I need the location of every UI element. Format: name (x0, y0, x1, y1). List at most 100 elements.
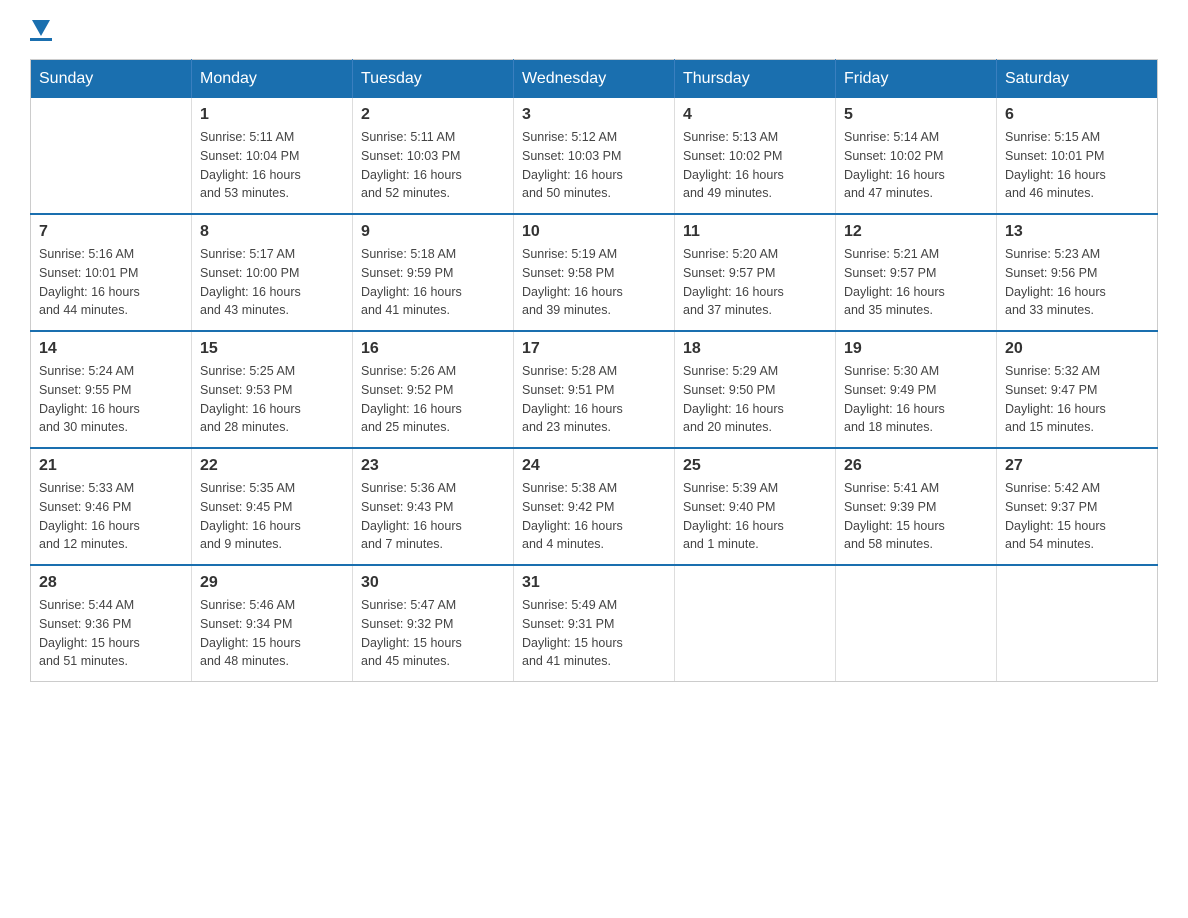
day-number: 7 (39, 223, 183, 241)
calendar-cell: 16 Sunrise: 5:26 AM Sunset: 9:52 PM Dayli… (353, 331, 514, 448)
day-number: 6 (1005, 106, 1149, 124)
day-number: 17 (522, 340, 666, 358)
day-number: 24 (522, 457, 666, 475)
day-info: Sunrise: 5:49 AM Sunset: 9:31 PM Dayligh… (522, 596, 666, 671)
day-info: Sunrise: 5:47 AM Sunset: 9:32 PM Dayligh… (361, 596, 505, 671)
calendar-week-row: 7 Sunrise: 5:16 AM Sunset: 10:01 PM Dayli… (31, 214, 1158, 331)
calendar-cell: 17 Sunrise: 5:28 AM Sunset: 9:51 PM Dayli… (514, 331, 675, 448)
day-info: Sunrise: 5:23 AM Sunset: 9:56 PM Dayligh… (1005, 245, 1149, 320)
day-number: 3 (522, 106, 666, 124)
day-info: Sunrise: 5:16 AM Sunset: 10:01 PM Daylig… (39, 245, 183, 320)
day-info: Sunrise: 5:18 AM Sunset: 9:59 PM Dayligh… (361, 245, 505, 320)
calendar-cell: 9Sunrise: 5:18 AM Sunset: 9:59 PM Daylig… (353, 214, 514, 331)
day-number: 28 (39, 574, 183, 592)
calendar-cell: 8 Sunrise: 5:17 AM Sunset: 10:00 PM Dayli… (192, 214, 353, 331)
calendar-cell: 21 Sunrise: 5:33 AM Sunset: 9:46 PM Dayli… (31, 448, 192, 565)
day-number: 12 (844, 223, 988, 241)
calendar-cell: 20 Sunrise: 5:32 AM Sunset: 9:47 PM Dayli… (997, 331, 1158, 448)
day-number: 23 (361, 457, 505, 475)
day-info: Sunrise: 5:13 AM Sunset: 10:02 PM Daylig… (683, 128, 827, 203)
calendar-cell: 7 Sunrise: 5:16 AM Sunset: 10:01 PM Dayli… (31, 214, 192, 331)
calendar-cell (997, 565, 1158, 682)
day-info: Sunrise: 5:11 AM Sunset: 10:04 PM Daylig… (200, 128, 344, 203)
day-number: 26 (844, 457, 988, 475)
day-number: 19 (844, 340, 988, 358)
day-number: 2 (361, 106, 505, 124)
day-number: 8 (200, 223, 344, 241)
day-info: Sunrise: 5:20 AM Sunset: 9:57 PM Dayligh… (683, 245, 827, 320)
day-number: 18 (683, 340, 827, 358)
day-info: Sunrise: 5:29 AM Sunset: 9:50 PM Dayligh… (683, 362, 827, 437)
calendar-cell: 6 Sunrise: 5:15 AM Sunset: 10:01 PM Dayli… (997, 98, 1158, 214)
calendar-header-wednesday: Wednesday (514, 60, 675, 99)
day-info: Sunrise: 5:25 AM Sunset: 9:53 PM Dayligh… (200, 362, 344, 437)
day-number: 20 (1005, 340, 1149, 358)
calendar-cell: 5 Sunrise: 5:14 AM Sunset: 10:02 PM Dayli… (836, 98, 997, 214)
day-info: Sunrise: 5:21 AM Sunset: 9:57 PM Dayligh… (844, 245, 988, 320)
calendar-cell: 22 Sunrise: 5:35 AM Sunset: 9:45 PM Dayli… (192, 448, 353, 565)
day-info: Sunrise: 5:30 AM Sunset: 9:49 PM Dayligh… (844, 362, 988, 437)
calendar-cell: 18 Sunrise: 5:29 AM Sunset: 9:50 PM Dayli… (675, 331, 836, 448)
calendar-cell: 26Sunrise: 5:41 AM Sunset: 9:39 PM Dayli… (836, 448, 997, 565)
page-header (30, 20, 1158, 41)
day-info: Sunrise: 5:28 AM Sunset: 9:51 PM Dayligh… (522, 362, 666, 437)
day-info: Sunrise: 5:19 AM Sunset: 9:58 PM Dayligh… (522, 245, 666, 320)
day-info: Sunrise: 5:15 AM Sunset: 10:01 PM Daylig… (1005, 128, 1149, 203)
day-number: 13 (1005, 223, 1149, 241)
calendar-header-sunday: Sunday (31, 60, 192, 99)
day-number: 11 (683, 223, 827, 241)
calendar-header-tuesday: Tuesday (353, 60, 514, 99)
day-number: 16 (361, 340, 505, 358)
calendar-cell: 19 Sunrise: 5:30 AM Sunset: 9:49 PM Dayli… (836, 331, 997, 448)
calendar-header-monday: Monday (192, 60, 353, 99)
day-info: Sunrise: 5:14 AM Sunset: 10:02 PM Daylig… (844, 128, 988, 203)
day-number: 25 (683, 457, 827, 475)
calendar-cell: 10Sunrise: 5:19 AM Sunset: 9:58 PM Dayli… (514, 214, 675, 331)
logo (30, 20, 52, 41)
calendar-cell: 15 Sunrise: 5:25 AM Sunset: 9:53 PM Dayli… (192, 331, 353, 448)
calendar-cell: 4 Sunrise: 5:13 AM Sunset: 10:02 PM Dayli… (675, 98, 836, 214)
day-number: 31 (522, 574, 666, 592)
calendar-cell: 24 Sunrise: 5:38 AM Sunset: 9:42 PM Dayli… (514, 448, 675, 565)
calendar-header-row: SundayMondayTuesdayWednesdayThursdayFrid… (31, 60, 1158, 99)
day-number: 14 (39, 340, 183, 358)
day-info: Sunrise: 5:26 AM Sunset: 9:52 PM Dayligh… (361, 362, 505, 437)
calendar-cell: 28 Sunrise: 5:44 AM Sunset: 9:36 PM Dayli… (31, 565, 192, 682)
day-number: 4 (683, 106, 827, 124)
calendar-cell (675, 565, 836, 682)
day-info: Sunrise: 5:33 AM Sunset: 9:46 PM Dayligh… (39, 479, 183, 554)
calendar-week-row: 1 Sunrise: 5:11 AM Sunset: 10:04 PM Dayli… (31, 98, 1158, 214)
day-info: Sunrise: 5:44 AM Sunset: 9:36 PM Dayligh… (39, 596, 183, 671)
calendar-cell: 27 Sunrise: 5:42 AM Sunset: 9:37 PM Dayli… (997, 448, 1158, 565)
calendar-week-row: 14 Sunrise: 5:24 AM Sunset: 9:55 PM Dayli… (31, 331, 1158, 448)
day-number: 21 (39, 457, 183, 475)
day-info: Sunrise: 5:39 AM Sunset: 9:40 PM Dayligh… (683, 479, 827, 554)
calendar-cell: 3Sunrise: 5:12 AM Sunset: 10:03 PM Dayli… (514, 98, 675, 214)
day-info: Sunrise: 5:11 AM Sunset: 10:03 PM Daylig… (361, 128, 505, 203)
calendar-cell: 30 Sunrise: 5:47 AM Sunset: 9:32 PM Dayli… (353, 565, 514, 682)
calendar-cell: 23Sunrise: 5:36 AM Sunset: 9:43 PM Dayli… (353, 448, 514, 565)
day-info: Sunrise: 5:24 AM Sunset: 9:55 PM Dayligh… (39, 362, 183, 437)
calendar-header-friday: Friday (836, 60, 997, 99)
day-number: 15 (200, 340, 344, 358)
calendar-cell: 2 Sunrise: 5:11 AM Sunset: 10:03 PM Dayli… (353, 98, 514, 214)
calendar-header-thursday: Thursday (675, 60, 836, 99)
calendar-cell: 25 Sunrise: 5:39 AM Sunset: 9:40 PM Dayli… (675, 448, 836, 565)
calendar-cell: 14 Sunrise: 5:24 AM Sunset: 9:55 PM Dayli… (31, 331, 192, 448)
day-info: Sunrise: 5:17 AM Sunset: 10:00 PM Daylig… (200, 245, 344, 320)
day-number: 30 (361, 574, 505, 592)
day-number: 5 (844, 106, 988, 124)
calendar-cell: 29Sunrise: 5:46 AM Sunset: 9:34 PM Dayli… (192, 565, 353, 682)
day-number: 1 (200, 106, 344, 124)
day-number: 27 (1005, 457, 1149, 475)
logo-triangle-icon (32, 20, 50, 36)
calendar-week-row: 28 Sunrise: 5:44 AM Sunset: 9:36 PM Dayli… (31, 565, 1158, 682)
calendar-cell (836, 565, 997, 682)
day-info: Sunrise: 5:42 AM Sunset: 9:37 PM Dayligh… (1005, 479, 1149, 554)
calendar-cell: 1 Sunrise: 5:11 AM Sunset: 10:04 PM Dayli… (192, 98, 353, 214)
day-number: 22 (200, 457, 344, 475)
day-info: Sunrise: 5:38 AM Sunset: 9:42 PM Dayligh… (522, 479, 666, 554)
calendar-week-row: 21 Sunrise: 5:33 AM Sunset: 9:46 PM Dayli… (31, 448, 1158, 565)
day-info: Sunrise: 5:35 AM Sunset: 9:45 PM Dayligh… (200, 479, 344, 554)
day-info: Sunrise: 5:32 AM Sunset: 9:47 PM Dayligh… (1005, 362, 1149, 437)
